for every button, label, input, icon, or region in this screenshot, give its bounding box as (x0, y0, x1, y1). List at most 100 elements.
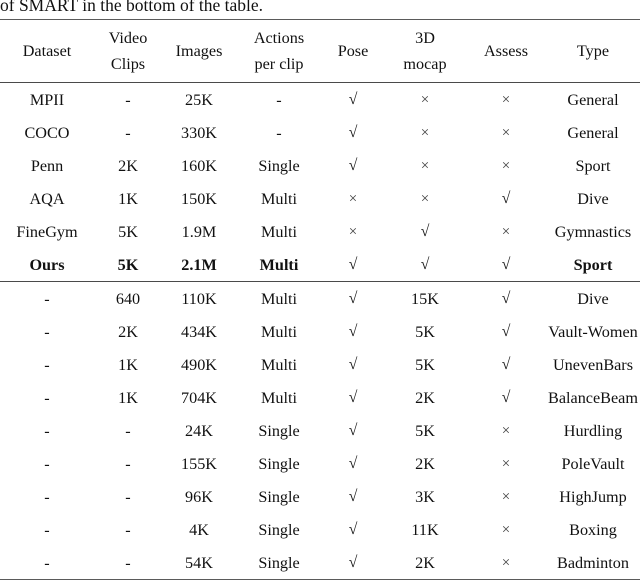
check-icon: √ (502, 323, 511, 340)
cell-text: General (567, 124, 618, 142)
cell-type: Sport (546, 248, 640, 282)
cell-pose: √ (322, 83, 384, 116)
cross-icon: × (349, 191, 357, 207)
column-header-actions: Actionsper clip (236, 20, 322, 83)
cell-text: PoleVault (562, 455, 625, 473)
cell-assess: × (466, 546, 546, 580)
cell-text: Multi (260, 256, 299, 274)
cell-actions: Multi (236, 315, 322, 348)
cell-text: Single (258, 521, 299, 539)
column-header-stack: Actionsper clip (236, 25, 322, 77)
column-header-mocap: 3Dmocap (384, 20, 466, 83)
cell-dataset: Ours (0, 248, 94, 282)
cell-text: - (44, 290, 49, 308)
cell-clips: - (94, 116, 162, 149)
cross-icon: × (502, 522, 510, 538)
cell-text: 150K (181, 190, 217, 208)
table-caption-tail: of SMART in the bottom of the table. (0, 0, 640, 16)
cell-text: - (125, 455, 130, 473)
cell-text: - (44, 521, 49, 539)
cell-dataset: AQA (0, 182, 94, 215)
cell-mocap: × (384, 182, 466, 215)
cell-text: Gymnastics (555, 223, 631, 241)
column-header-line: 3D (384, 25, 466, 51)
cell-text: 2.1M (181, 256, 217, 274)
cross-icon: × (502, 92, 510, 108)
cell-assess: × (466, 414, 546, 447)
column-header-stack: 3Dmocap (384, 25, 466, 77)
cell-type: Dive (546, 182, 640, 215)
cell-mocap: √ (384, 248, 466, 282)
table-row: --96KSingle√3K×HighJump (0, 480, 640, 513)
column-header-pose: Pose (322, 20, 384, 83)
cell-text: Dive (577, 190, 608, 208)
check-icon: √ (349, 488, 358, 505)
cell-actions: Multi (236, 182, 322, 215)
cell-text: UnevenBars (553, 356, 633, 374)
cell-text: HighJump (559, 488, 626, 506)
table-row: --24KSingle√5K×Hurdling (0, 414, 640, 447)
cell-text: 96K (185, 488, 213, 506)
cell-clips: - (94, 83, 162, 116)
column-header-line: Pose (322, 38, 384, 64)
cell-dataset: - (0, 414, 94, 447)
cell-text: 2K (415, 389, 435, 407)
check-icon: √ (349, 455, 358, 472)
cell-images: 150K (162, 182, 236, 215)
check-icon: √ (349, 554, 358, 571)
cell-type: Dive (546, 282, 640, 315)
cell-type: PoleVault (546, 447, 640, 480)
column-header-clips: VideoClips (94, 20, 162, 83)
cell-text: Single (258, 422, 299, 440)
column-header-dataset: Dataset (0, 20, 94, 83)
cell-clips: 2K (94, 315, 162, 348)
cell-text: - (125, 91, 130, 109)
cell-actions: Single (236, 149, 322, 182)
cell-type: UnevenBars (546, 348, 640, 381)
column-header-line: mocap (384, 51, 466, 77)
cell-text: 330K (181, 124, 217, 142)
column-header-line: Images (162, 38, 236, 64)
cell-dataset: - (0, 447, 94, 480)
cell-text: - (44, 422, 49, 440)
cell-text: 5K (118, 223, 138, 241)
cell-clips: 1K (94, 348, 162, 381)
cell-pose: √ (322, 480, 384, 513)
check-icon: √ (349, 356, 358, 373)
cell-text: Multi (261, 190, 297, 208)
cell-assess: × (466, 513, 546, 546)
cell-mocap: 5K (384, 348, 466, 381)
cell-pose: √ (322, 116, 384, 149)
cell-type: Gymnastics (546, 215, 640, 248)
cell-text: 2K (415, 455, 435, 473)
column-header-stack: Pose (322, 38, 384, 64)
cell-text: Single (258, 157, 299, 175)
cell-actions: Multi (236, 282, 322, 315)
cell-clips: 5K (94, 215, 162, 248)
cell-images: 96K (162, 480, 236, 513)
cell-mocap: 3K (384, 480, 466, 513)
cell-clips: 1K (94, 182, 162, 215)
cell-text: - (125, 124, 130, 142)
check-icon: √ (349, 91, 358, 108)
cell-assess: × (466, 83, 546, 116)
check-icon: √ (349, 157, 358, 174)
column-header-stack: VideoClips (94, 25, 162, 77)
cell-dataset: Penn (0, 149, 94, 182)
cell-images: 1.9M (162, 215, 236, 248)
cell-actions: Multi (236, 348, 322, 381)
cell-dataset: FineGym (0, 215, 94, 248)
check-icon: √ (349, 389, 358, 406)
cell-type: Hurdling (546, 414, 640, 447)
cell-clips: 2K (94, 149, 162, 182)
cell-clips: - (94, 513, 162, 546)
cell-pose: × (322, 215, 384, 248)
cell-text: - (125, 422, 130, 440)
cross-icon: × (502, 555, 510, 571)
column-header-line: Assess (466, 38, 546, 64)
cell-text: Sport (574, 256, 613, 274)
cross-icon: × (502, 489, 510, 505)
cell-type: Badminton (546, 546, 640, 580)
cell-text: - (44, 488, 49, 506)
cell-images: 110K (162, 282, 236, 315)
